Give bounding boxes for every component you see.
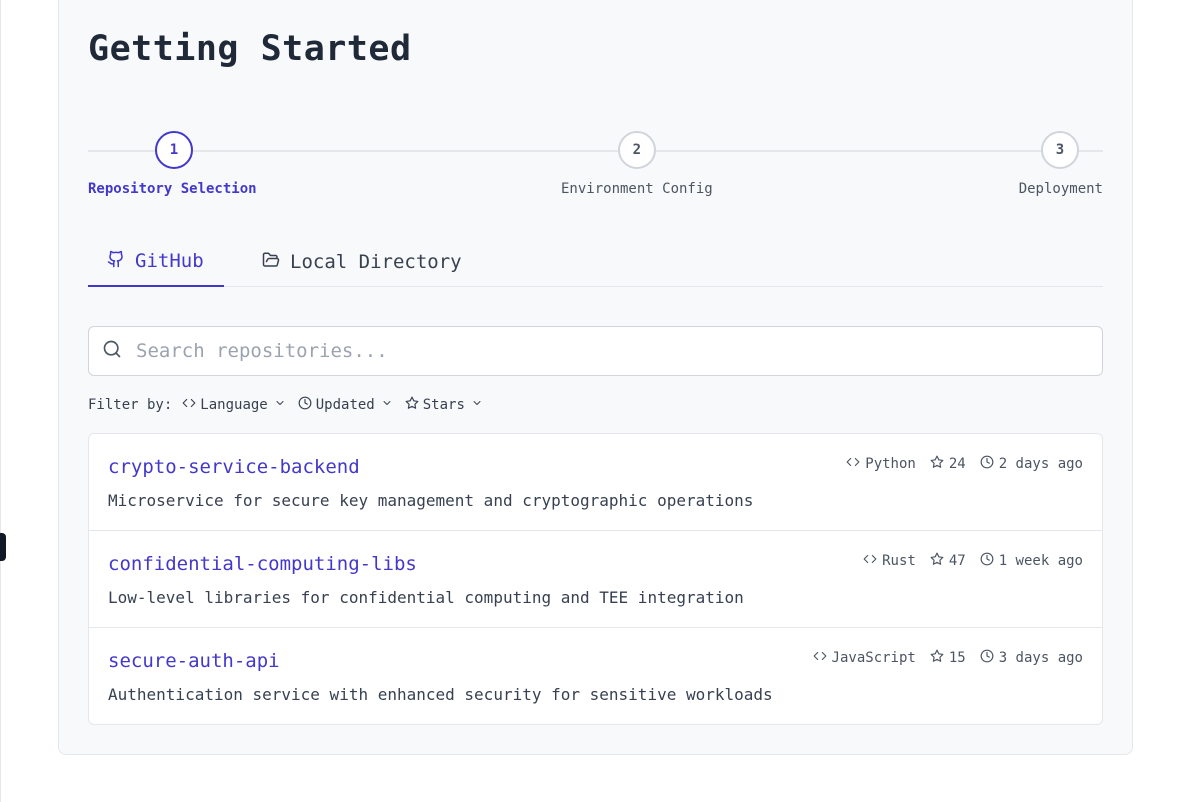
code-icon <box>846 455 860 473</box>
repo-description: Low-level libraries for confidential com… <box>108 588 744 607</box>
chevron-down-icon <box>469 397 483 413</box>
search-icon <box>89 339 136 363</box>
folder-open-icon <box>262 251 280 274</box>
step-label: Deployment <box>1018 181 1103 197</box>
language-text: Rust <box>882 553 916 569</box>
clock-icon <box>980 455 994 473</box>
repo-updated: 1 week ago <box>980 552 1083 570</box>
stars-count: 15 <box>948 650 966 666</box>
page-title: Getting Started <box>88 29 412 69</box>
filter-updated[interactable]: Updated <box>298 396 393 414</box>
repo-stars: 47 <box>930 552 966 570</box>
stars-count: 47 <box>948 553 966 569</box>
repository-list: crypto-service-backend Python 24 2 days … <box>88 433 1103 725</box>
repo-name-link[interactable]: crypto-service-backend <box>108 456 360 478</box>
star-icon <box>930 649 944 667</box>
repo-name-link[interactable]: secure-auth-api <box>108 650 280 672</box>
source-tabs: GitHub Local Directory <box>88 237 1103 287</box>
repo-meta: Python 24 2 days ago <box>846 455 1083 473</box>
repo-updated: 2 days ago <box>980 455 1083 473</box>
github-icon <box>107 250 125 273</box>
list-item[interactable]: confidential-computing-libs Rust 47 1 we… <box>89 531 1102 628</box>
filter-bar: Filter by: Language Updated Stars <box>88 395 495 415</box>
star-icon <box>405 396 419 414</box>
list-item[interactable]: secure-auth-api JavaScript 15 3 days ago… <box>89 628 1102 724</box>
step-number: 3 <box>1041 131 1079 169</box>
tab-label: GitHub <box>135 250 204 272</box>
repo-meta: Rust 47 1 week ago <box>863 552 1083 570</box>
step-number: 2 <box>617 131 656 169</box>
filter-text: Updated <box>315 397 375 413</box>
updated-text: 3 days ago <box>998 650 1083 666</box>
filter-text: Language <box>200 397 268 413</box>
chevron-down-icon <box>272 397 286 413</box>
code-icon <box>813 649 827 667</box>
clock-icon <box>980 552 994 570</box>
code-icon <box>863 552 877 570</box>
repo-meta: JavaScript 15 3 days ago <box>813 649 1083 667</box>
clock-icon <box>980 649 994 667</box>
stepper: 1 Repository Selection 2 Environment Con… <box>88 131 1103 201</box>
list-item[interactable]: crypto-service-backend Python 24 2 days … <box>89 434 1102 531</box>
step-repository-selection[interactable]: 1 Repository Selection <box>88 131 257 197</box>
tab-local-directory[interactable]: Local Directory <box>262 237 462 287</box>
side-handle[interactable] <box>0 533 6 561</box>
updated-text: 1 week ago <box>998 553 1083 569</box>
repo-description: Authentication service with enhanced sec… <box>108 685 773 704</box>
repo-stars: 24 <box>930 455 966 473</box>
step-label: Environment Config <box>561 181 713 197</box>
search-input[interactable] <box>136 327 1102 375</box>
updated-text: 2 days ago <box>998 456 1083 472</box>
repo-name-link[interactable]: confidential-computing-libs <box>108 553 417 575</box>
page-left-border <box>0 0 1 802</box>
language-text: Python <box>865 456 916 472</box>
filter-language[interactable]: Language <box>182 396 285 414</box>
search-box <box>88 326 1103 376</box>
filter-label: Filter by: <box>88 397 173 413</box>
step-label: Repository Selection <box>88 181 257 197</box>
star-icon <box>930 455 944 473</box>
repo-updated: 3 days ago <box>980 649 1083 667</box>
repo-language: Python <box>846 455 916 473</box>
step-number: 1 <box>155 131 193 169</box>
language-text: JavaScript <box>831 650 916 666</box>
code-icon <box>182 396 196 414</box>
step-environment-config[interactable]: 2 Environment Config <box>561 131 713 197</box>
repo-description: Microservice for secure key management a… <box>108 491 754 510</box>
tab-label: Local Directory <box>290 251 462 273</box>
chevron-down-icon <box>379 397 393 413</box>
tab-github[interactable]: GitHub <box>88 237 224 287</box>
stars-count: 24 <box>948 456 966 472</box>
repo-language: Rust <box>863 552 916 570</box>
repo-stars: 15 <box>930 649 966 667</box>
getting-started-card: Getting Started 1 Repository Selection 2… <box>58 0 1133 755</box>
clock-icon <box>298 396 312 414</box>
repo-language: JavaScript <box>813 649 916 667</box>
star-icon <box>930 552 944 570</box>
step-deployment[interactable]: 3 Deployment <box>1019 131 1103 197</box>
filter-stars[interactable]: Stars <box>405 396 483 414</box>
filter-text: Stars <box>422 397 465 413</box>
